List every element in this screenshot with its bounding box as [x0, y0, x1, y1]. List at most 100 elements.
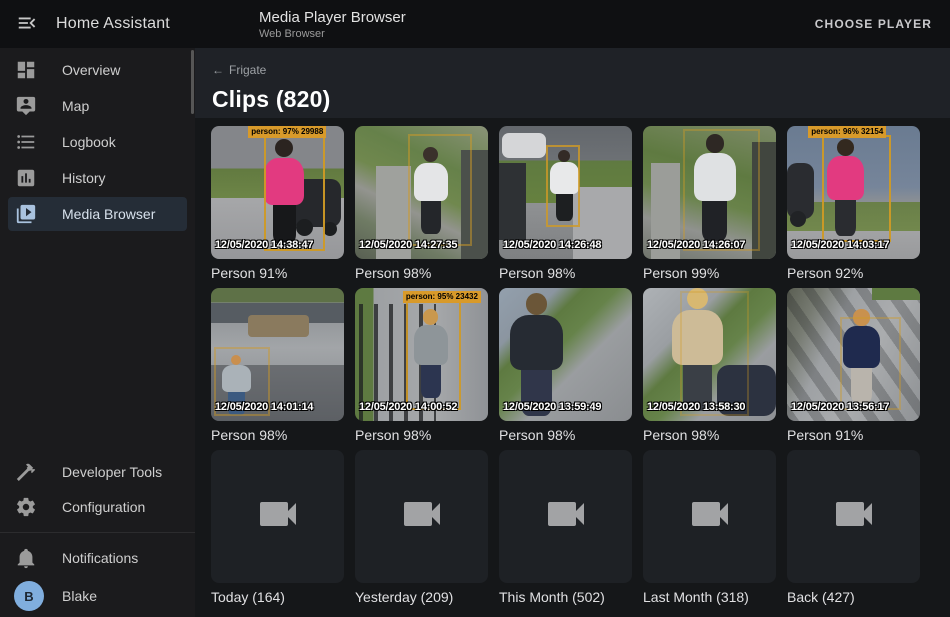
clip-caption: Person 98% [355, 265, 488, 281]
folder-item[interactable]: Yesterday (209) [355, 450, 488, 605]
clip-item[interactable]: 12/05/2020 14:26:48 Person 98% [499, 126, 632, 281]
chart-box-icon [14, 166, 38, 190]
folder-thumbnail[interactable] [643, 450, 776, 583]
folder-thumbnail[interactable] [211, 450, 344, 583]
clip-thumbnail[interactable]: 12/05/2020 14:01:14 [211, 288, 344, 421]
clip-thumbnail[interactable]: 12/05/2020 14:27:35 [355, 126, 488, 259]
clip-thumbnail[interactable]: person: 96% 3215412/05/2020 14:03:17 [787, 126, 920, 259]
clip-thumbnail[interactable]: person: 97% 29988 12/05/2020 14:38:47 [211, 126, 344, 259]
detection-bounding-box [683, 129, 760, 251]
sidebar-item-configuration[interactable]: Configuration [8, 490, 187, 524]
sidebar-item-label: Media Browser [62, 206, 155, 222]
folder-caption: Last Month (318) [643, 589, 776, 605]
detection-bounding-box [546, 145, 581, 227]
sidebar-item-history[interactable]: History [8, 161, 187, 195]
clip-caption: Person 98% [499, 265, 632, 281]
play-box-multiple-icon [14, 202, 38, 226]
person-figure [510, 293, 563, 418]
clip-caption: Person 98% [211, 427, 344, 443]
clip-thumbnail[interactable]: 12/05/2020 13:59:49 [499, 288, 632, 421]
sidebar-item-logbook[interactable]: Logbook [8, 125, 187, 159]
sidebar-item-map[interactable]: Map [8, 89, 187, 123]
clip-item[interactable]: 12/05/2020 14:26:07Person 99% [643, 126, 776, 281]
clip-item[interactable]: person: 95% 2343212/05/2020 14:00:52 Pers… [355, 288, 488, 443]
choose-player-button[interactable]: CHOOSE PLAYER [815, 17, 932, 31]
clip-caption: Person 91% [787, 427, 920, 443]
sidebar-item-overview[interactable]: Overview [8, 53, 187, 87]
clip-thumbnail[interactable]: person: 95% 2343212/05/2020 14:00:52 [355, 288, 488, 421]
clip-timestamp: 12/05/2020 14:26:48 [503, 239, 601, 251]
detection-bounding-box [408, 134, 472, 246]
detection-label: person: 97% 29988 [248, 126, 326, 138]
page-title-block: Media Player Browser Web Browser [259, 9, 406, 40]
clip-timestamp: 12/05/2020 13:56:17 [791, 401, 889, 413]
folder-item[interactable]: This Month (502) [499, 450, 632, 605]
detection-bounding-box [822, 135, 891, 241]
sidebar-item-label: History [62, 170, 106, 186]
sidebar-scrollbar[interactable] [191, 50, 194, 114]
sidebar-bottom-group: Developer Tools Configuration Notificati… [0, 454, 195, 617]
clip-thumbnail[interactable]: 12/05/2020 14:26:07 [643, 126, 776, 259]
video-camera-icon [830, 490, 878, 543]
clip-item[interactable]: person: 97% 29988 12/05/2020 14:38:47 Pers… [211, 126, 344, 281]
clip-thumbnail[interactable]: 12/05/2020 13:58:30 [643, 288, 776, 421]
detection-bounding-box [840, 317, 901, 410]
back-arrow-icon: ← [212, 63, 224, 77]
clip-timestamp: 12/05/2020 14:27:35 [359, 239, 457, 251]
folder-item[interactable]: Last Month (318) [643, 450, 776, 605]
sidebar-item-user-profile[interactable]: B Blake [8, 576, 187, 616]
sidebar-item-label: Configuration [62, 499, 145, 515]
account-tooltip-icon [14, 94, 38, 118]
folder-thumbnail[interactable] [787, 450, 920, 583]
page-heading-clips: Clips (820) [212, 86, 950, 113]
clip-timestamp: 12/05/2020 14:26:07 [647, 239, 745, 251]
sidebar-item-developer-tools[interactable]: Developer Tools [8, 455, 187, 489]
clip-caption: Person 91% [211, 265, 344, 281]
folder-thumbnail[interactable] [499, 450, 632, 583]
folder-caption: Yesterday (209) [355, 589, 488, 605]
detection-bounding-box [406, 299, 462, 411]
clip-timestamp: 12/05/2020 13:58:30 [647, 401, 745, 413]
clip-caption: Person 98% [355, 427, 488, 443]
sidebar-item-label: Overview [62, 62, 120, 78]
clips-grid: person: 97% 29988 12/05/2020 14:38:47 Pers… [211, 126, 934, 605]
sidebar-item-media-browser[interactable]: Media Browser [8, 197, 187, 231]
app-title: Home Assistant [56, 15, 170, 33]
clip-timestamp: 12/05/2020 14:00:52 [359, 401, 457, 413]
folder-caption: Back (427) [787, 589, 920, 605]
media-browser-content: person: 97% 29988 12/05/2020 14:38:47 Pers… [195, 118, 950, 617]
clip-timestamp: 12/05/2020 13:59:49 [503, 401, 601, 413]
clip-item[interactable]: 12/05/2020 13:59:49Person 98% [499, 288, 632, 443]
clip-item[interactable]: person: 96% 3215412/05/2020 14:03:17 Pers… [787, 126, 920, 281]
clip-item[interactable]: 12/05/2020 13:56:17 Person 91% [787, 288, 920, 443]
page-subtitle: Web Browser [259, 28, 406, 40]
clip-timestamp: 12/05/2020 14:03:17 [791, 239, 889, 251]
content-header: ← Frigate Clips (820) [195, 48, 950, 118]
clip-thumbnail[interactable]: 12/05/2020 13:56:17 [787, 288, 920, 421]
top-app-bar: Home Assistant Media Player Browser Web … [0, 0, 950, 48]
folder-item[interactable]: Back (427) [787, 450, 920, 605]
sidebar-toggle-button[interactable] [16, 12, 38, 37]
folder-item[interactable]: Today (164) [211, 450, 344, 605]
folder-thumbnail[interactable] [355, 450, 488, 583]
sidebar-item-label: Notifications [62, 550, 138, 566]
folder-caption: Today (164) [211, 589, 344, 605]
breadcrumb-back-frigate[interactable]: ← Frigate [212, 63, 266, 77]
clip-timestamp: 12/05/2020 14:38:47 [215, 239, 313, 251]
user-name-label: Blake [62, 588, 97, 604]
avatar: B [14, 581, 44, 611]
clip-caption: Person 98% [643, 427, 776, 443]
clip-item[interactable]: 12/05/2020 14:01:14 Person 98% [211, 288, 344, 443]
sidebar-item-notifications[interactable]: Notifications [8, 541, 187, 575]
breadcrumb-label: Frigate [229, 63, 266, 77]
clip-caption: Person 92% [787, 265, 920, 281]
clip-thumbnail[interactable]: 12/05/2020 14:26:48 [499, 126, 632, 259]
page-title: Media Player Browser [259, 9, 406, 26]
topbar-left: Home Assistant [0, 12, 195, 37]
clip-item[interactable]: 12/05/2020 14:27:35 Person 98% [355, 126, 488, 281]
sidebar-item-label: Logbook [62, 134, 116, 150]
photo-shape [790, 211, 806, 227]
detection-bounding-box [264, 131, 325, 251]
photo-shape [872, 288, 920, 300]
clip-item[interactable]: 12/05/2020 13:58:30 Person 98% [643, 288, 776, 443]
